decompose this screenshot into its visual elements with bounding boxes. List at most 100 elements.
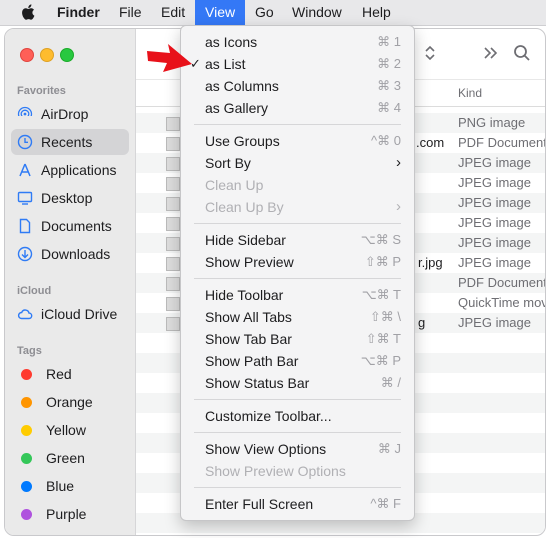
kind-cell: JPEG image [458,195,531,210]
menu-item-label: Show Path Bar [205,353,299,369]
airdrop-icon [17,106,33,122]
tags-heading: Tags [17,345,42,357]
sidebar-item-recents[interactable]: Recents [11,129,129,155]
sidebar-item-airdrop[interactable]: AirDrop [11,101,129,127]
menu-help[interactable]: Help [362,4,391,20]
sidebar-tag-purple[interactable]: Purple [11,501,129,527]
sidebar-item-applications[interactable]: Applications [11,157,129,183]
menu-separator [194,399,401,400]
menu-item-label: Hide Toolbar [205,287,284,303]
menu-item-show-status-bar[interactable]: Show Status Bar ⌘ / [181,372,414,394]
sidebar-tag-yellow[interactable]: Yellow [11,417,129,443]
sidebar-item-icloud-drive[interactable]: iCloud Drive [11,301,129,327]
file-thumbnail [166,197,180,211]
menu-item-show-preview[interactable]: Show Preview ⇧⌘ P [181,251,414,273]
submenu-chevron-icon: › [396,198,401,215]
kind-cell: JPEG image [458,175,531,190]
file-thumbnail [166,157,180,171]
menu-item-as-gallery[interactable]: as Gallery ⌘ 4 [181,97,414,119]
name-cell: .com [416,135,445,150]
menu-item-label: Sort By [205,155,251,171]
sidebar-tag-blue[interactable]: Blue [11,473,129,499]
favorites-heading: Favorites [17,85,66,97]
menu-file[interactable]: File [119,4,142,20]
menu-item-sort-by[interactable]: Sort By › [181,152,414,174]
menu-item-label: as List [205,56,246,72]
menu-item-enter-full-screen[interactable]: Enter Full Screen ^⌘ F [181,493,414,515]
tag-green-dot [21,452,32,464]
sidebar-item-label: Purple [46,506,87,522]
minimize-button[interactable] [40,48,54,62]
menu-item-hide-sidebar[interactable]: Hide Sidebar ⌥⌘ S [181,229,414,251]
file-thumbnail [166,217,180,231]
desktop-icon [17,190,33,206]
tag-red-dot [21,368,32,380]
menu-item-show-view-options[interactable]: Show View Options ⌘ J [181,438,414,460]
sidebar: Favorites AirDrop Recents Applications D… [5,29,136,535]
menu-item-show-all-tabs[interactable]: Show All Tabs ⇧⌘ \ [181,306,414,328]
menu-item-shortcut: ⇧⌘ \ [369,309,401,324]
tag-purple-dot [21,508,32,520]
sidebar-tag-red[interactable]: Red [11,361,129,387]
file-thumbnail [166,277,180,291]
sidebar-item-desktop[interactable]: Desktop [11,185,129,211]
menu-item-show-path-bar[interactable]: Show Path Bar ⌥⌘ P [181,350,414,372]
menu-item-show-preview-options: Show Preview Options [181,460,414,482]
menu-item-label: as Columns [205,78,279,94]
more-toolbar-icon[interactable] [483,43,499,63]
menu-item-shortcut: ⌘ 1 [377,34,401,49]
sidebar-item-label: Recents [41,134,93,150]
file-thumbnail [166,237,180,251]
menu-item-label: Show All Tabs [205,309,292,325]
sidebar-item-label: AirDrop [41,106,89,122]
menu-item-label: Show View Options [205,441,327,457]
file-thumbnail [166,297,180,311]
kind-cell: PDF Document [458,135,546,150]
cloud-icon [17,306,33,322]
menu-item-label: Clean Up By [205,199,284,215]
tag-blue-dot [21,480,32,492]
kind-cell: PDF Document [458,275,546,290]
menu-view[interactable]: View [205,4,235,20]
menu-item-label: as Icons [205,34,258,50]
menu-bar: Finder File Edit View Go Window Help [0,0,546,26]
menu-item-shortcut: ⌥⌘ T [361,287,401,302]
kind-column-header[interactable]: Kind [458,86,482,100]
menu-separator [194,223,401,224]
kind-cell: QuickTime movie [458,295,545,310]
sidebar-tag-green[interactable]: Green [11,445,129,471]
search-icon[interactable] [513,43,531,63]
menu-finder[interactable]: Finder [57,4,100,20]
menu-item-clean-up: Clean Up [181,174,414,196]
icloud-heading: iCloud [17,285,52,297]
zoom-button[interactable] [60,48,74,62]
file-thumbnail [166,317,180,331]
menu-item-as-columns[interactable]: as Columns ⌘ 3 [181,75,414,97]
menu-item-as-icons[interactable]: as Icons ⌘ 1 [181,31,414,53]
sidebar-item-documents[interactable]: Documents [11,213,129,239]
kind-cell: PNG image [458,115,526,130]
menu-window[interactable]: Window [292,4,342,20]
sidebar-item-label: Blue [46,478,75,494]
menu-go[interactable]: Go [255,4,274,20]
menu-edit[interactable]: Edit [161,4,185,20]
annotation-arrow-icon [147,44,192,72]
menu-item-use-groups[interactable]: Use Groups ^⌘ 0 [181,130,414,152]
menu-item-label: Show Tab Bar [205,331,292,347]
menu-item-show-tab-bar[interactable]: Show Tab Bar ⇧⌘ T [181,328,414,350]
menu-item-customize-toolbar[interactable]: Customize Toolbar... [181,405,414,427]
apple-logo-icon[interactable] [20,3,38,21]
sidebar-item-downloads[interactable]: Downloads [11,241,129,267]
kind-cell: JPEG image [458,155,531,170]
sidebar-tag-orange[interactable]: Orange [11,389,129,415]
menu-item-hide-toolbar[interactable]: Hide Toolbar ⌥⌘ T [181,284,414,306]
close-button[interactable] [20,48,34,62]
view-menu-dropdown: as Icons ⌘ 1 ✓ as List ⌘ 2 as Columns ⌘ 3 as… [180,25,415,521]
menu-item-shortcut: ⇧⌘ T [365,331,401,346]
menu-item-label: Hide Sidebar [205,232,286,248]
file-thumbnail [166,117,180,131]
sort-chevrons-icon[interactable] [423,43,437,63]
kind-cell: JPEG image [458,315,531,330]
clock-icon [17,134,33,150]
menu-item-as-list[interactable]: ✓ as List ⌘ 2 [181,53,414,75]
